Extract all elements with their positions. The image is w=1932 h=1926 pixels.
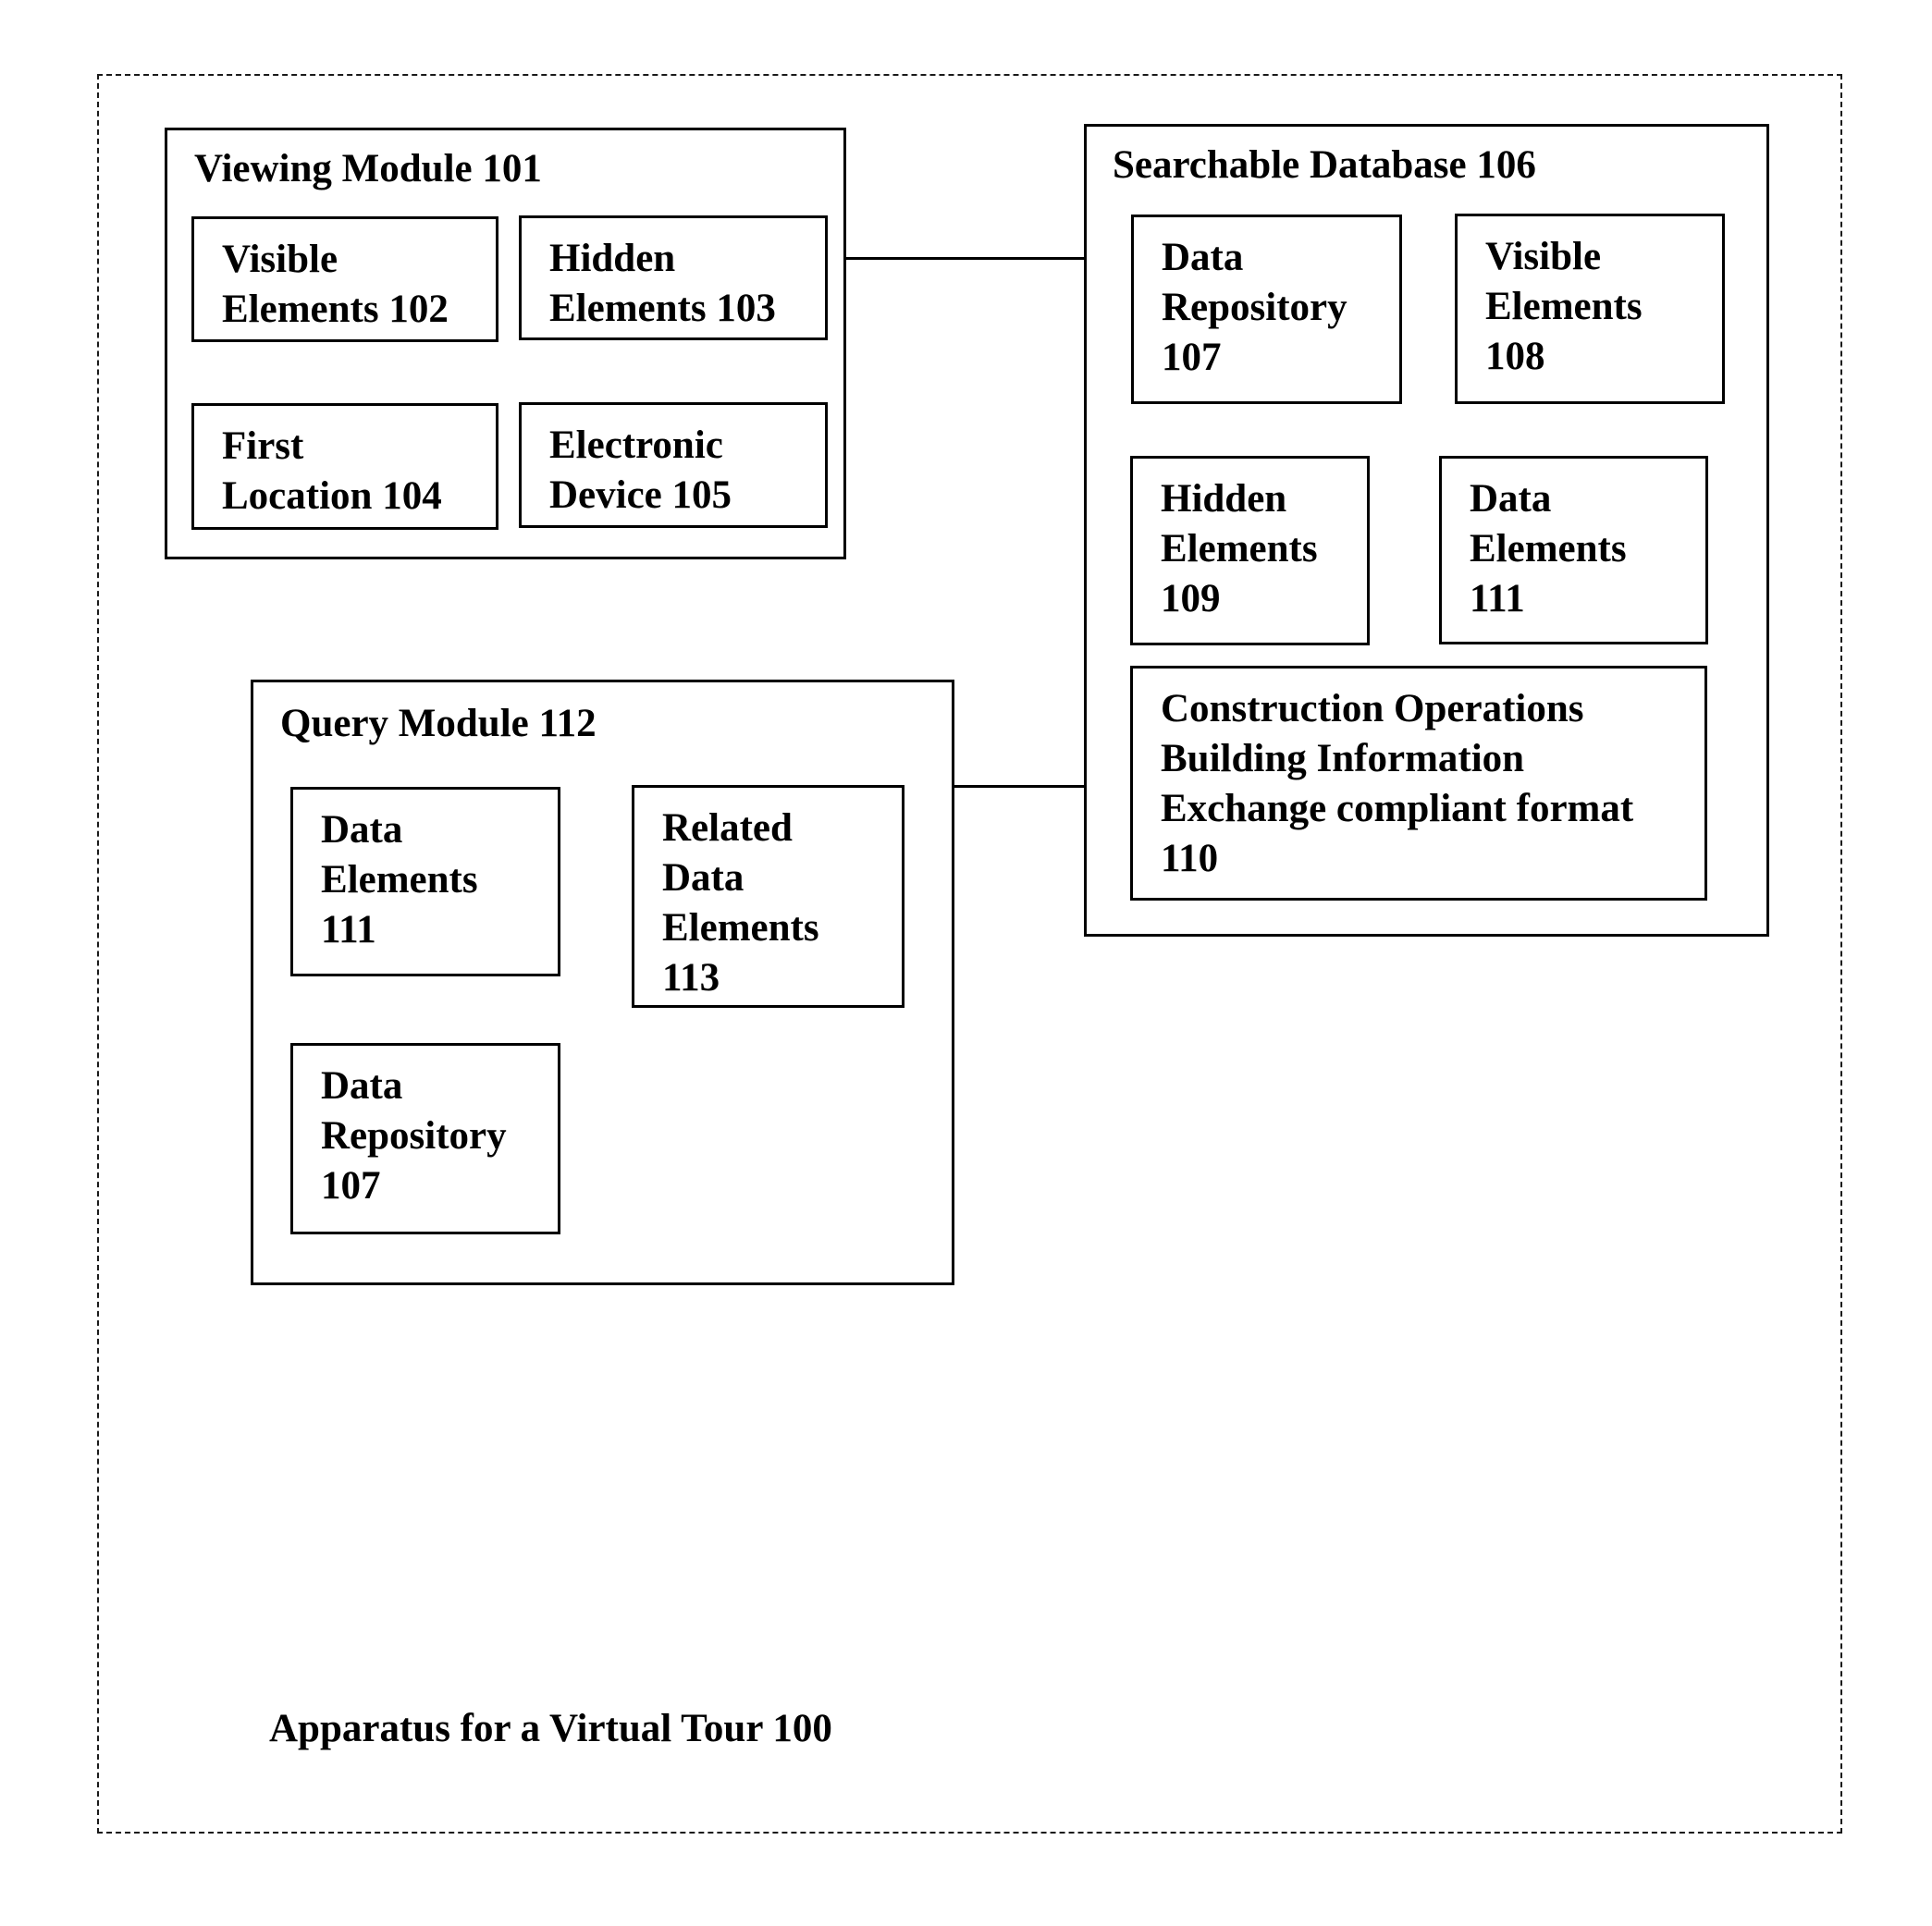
box-label-line: 107 <box>321 1164 381 1208</box>
data-repository-107-box: Data Repository 107 <box>1131 215 1402 404</box>
box-label-line: 109 <box>1161 577 1221 620</box>
box-label-line: Elements 103 <box>549 287 776 330</box>
box-label-line: Data <box>1470 477 1552 521</box>
visible-elements-102-box: Visible Elements 102 <box>191 216 498 342</box>
box-label-line: Visible <box>222 238 338 281</box>
box-label-line: 107 <box>1162 336 1222 379</box>
box-label-line: 108 <box>1485 335 1545 378</box>
box-label-line: Elements <box>1485 285 1643 328</box>
box-label-line: Hidden <box>1161 477 1287 521</box>
data-elements-111-box: Data Elements 111 <box>1439 456 1708 644</box>
connector-viewing-to-database <box>845 257 1086 260</box>
box-label-line: Exchange compliant format <box>1161 787 1634 830</box>
hidden-elements-103-box: Hidden Elements 103 <box>519 215 828 340</box>
related-data-elements-113-box: Related Data Elements 113 <box>632 785 904 1008</box>
box-label-line: First <box>222 424 304 468</box>
box-label-line: Elements <box>1470 527 1627 570</box>
cobie-format-110-box: Construction Operations Building Informa… <box>1130 666 1707 901</box>
box-label-line: Hidden <box>549 237 676 280</box>
box-label-line: Data <box>662 856 744 900</box>
box-label-line: 111 <box>1470 577 1525 620</box>
visible-elements-108-box: Visible Elements 108 <box>1455 214 1725 404</box>
box-label-line: Building Information <box>1161 737 1525 780</box>
box-label-line: Repository <box>1162 286 1347 329</box>
box-label-line: Data <box>321 808 403 852</box>
electronic-device-105-box: Electronic Device 105 <box>519 402 828 528</box>
box-label-line: Device 105 <box>549 473 732 517</box>
viewing-module-title: Viewing Module 101 <box>194 147 542 190</box>
box-label-line: 111 <box>321 908 376 951</box>
box-label-line: Location 104 <box>222 474 442 518</box>
box-label-line: Elements <box>1161 527 1318 570</box>
box-label-line: 110 <box>1161 837 1219 880</box>
query-data-elements-111-box: Data Elements 111 <box>290 787 560 976</box>
box-label-line: Visible <box>1485 235 1602 278</box>
box-label-line: Elements <box>662 906 819 950</box>
apparatus-caption: Apparatus for a Virtual Tour 100 <box>269 1707 832 1750</box>
hidden-elements-109-box: Hidden Elements 109 <box>1130 456 1370 645</box>
searchable-database-title: Searchable Database 106 <box>1113 143 1536 187</box>
first-location-104-box: First Location 104 <box>191 403 498 530</box>
box-label-line: Related <box>662 806 793 850</box>
query-data-repository-107-box: Data Repository 107 <box>290 1043 560 1234</box>
box-label-line: Construction Operations <box>1161 687 1584 730</box>
box-label-line: 113 <box>662 956 720 1000</box>
query-module-title: Query Module 112 <box>280 702 597 745</box>
connector-query-to-database <box>954 785 1086 788</box>
box-label-line: Electronic <box>549 423 723 467</box>
box-label-line: Elements <box>321 858 478 902</box>
box-label-line: Data <box>321 1064 403 1108</box>
box-label-line: Elements 102 <box>222 288 449 331</box>
box-label-line: Repository <box>321 1114 507 1158</box>
box-label-line: Data <box>1162 236 1244 279</box>
